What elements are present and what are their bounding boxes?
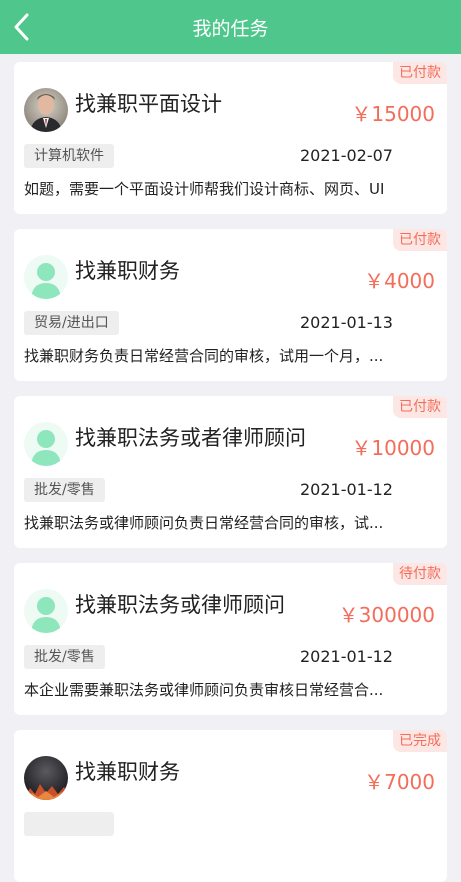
back-button[interactable]: [10, 11, 32, 43]
chevron-left-icon: [14, 13, 29, 41]
task-date: 2021-01-13: [300, 313, 393, 332]
task-date: 2021-02-07: [300, 146, 393, 165]
page-title: 我的任务: [192, 17, 269, 40]
category-tag: 批发/零售: [24, 645, 105, 669]
dark-photo-icon: [24, 756, 68, 800]
task-title: 找兼职财务: [75, 760, 180, 784]
avatar: [24, 756, 68, 800]
default-user-icon: [24, 255, 68, 299]
category-tag: 批发/零售: [24, 478, 105, 502]
task-price: ￥10000: [351, 436, 435, 460]
category-tag: 贸易/进出口: [24, 311, 119, 335]
avatar: [24, 422, 68, 466]
task-title: 找兼职法务或者律师顾问: [75, 426, 306, 450]
task-price: ￥15000: [351, 102, 435, 126]
status-badge: 已完成: [393, 730, 447, 752]
default-user-icon: [24, 422, 68, 466]
task-price: ￥4000: [364, 269, 435, 293]
status-badge: 已付款: [393, 396, 447, 418]
app-header: 我的任务: [0, 0, 461, 54]
task-card[interactable]: 已完成 找兼职财务 ￥7000: [14, 730, 447, 882]
avatar: [24, 88, 68, 132]
default-user-icon: [24, 589, 68, 633]
status-badge: 已付款: [393, 229, 447, 251]
task-price: ￥300000: [338, 603, 435, 627]
task-date: 2021-01-12: [300, 480, 393, 499]
task-title: 找兼职财务: [75, 259, 180, 283]
task-card[interactable]: 已付款 找兼职法务或者律师顾问 ￥10000 批发/零售 2021-01-12 …: [14, 396, 447, 548]
task-date: 2021-01-12: [300, 647, 393, 666]
task-title: 找兼职法务或律师顾问: [75, 593, 285, 617]
task-description: 找兼职财务负责日常经营合同的审核，试用一个月，...: [24, 347, 384, 365]
task-card[interactable]: 已付款 找兼职平面设计 ￥15000 计算机软件 2021-02-07 如题，需…: [14, 62, 447, 214]
avatar: [24, 255, 68, 299]
category-tag: [24, 812, 114, 836]
task-card[interactable]: 已付款 找兼职财务 ￥4000 贸易/进出口 2021-01-13 找兼职财务负…: [14, 229, 447, 381]
category-tag: 计算机软件: [24, 144, 114, 168]
status-badge: 已付款: [393, 62, 447, 84]
task-description: 本企业需要兼职法务或律师顾问负责审核日常经营合...: [24, 681, 384, 699]
task-title: 找兼职平面设计: [75, 92, 222, 116]
avatar: [24, 589, 68, 633]
status-badge: 待付款: [393, 563, 447, 585]
person-photo-icon: [24, 88, 68, 132]
task-description: 如题，需要一个平面设计师帮我们设计商标、网页、UI: [24, 180, 385, 198]
task-price: ￥7000: [364, 770, 435, 794]
task-card[interactable]: 待付款 找兼职法务或律师顾问 ￥300000 批发/零售 2021-01-12 …: [14, 563, 447, 715]
task-description: 找兼职法务或律师顾问负责日常经营合同的审核，试...: [24, 514, 384, 532]
task-list: 已付款 找兼职平面设计 ￥15000 计算机软件 2021-02-07 如题，需…: [0, 54, 461, 882]
